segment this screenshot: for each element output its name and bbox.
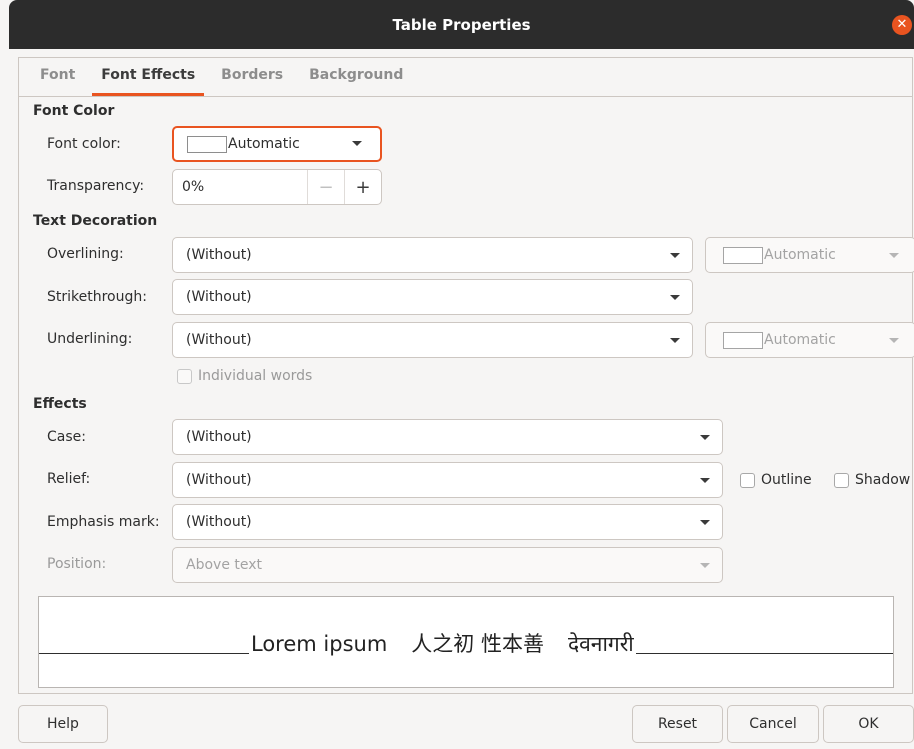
underlining-label: Underlining: <box>47 331 133 347</box>
case-value: (Without) <box>186 429 252 445</box>
preview-cjk: 人之初 性本善 <box>411 632 544 656</box>
individual-words-label: Individual words <box>198 368 313 384</box>
tab-borders[interactable]: Borders <box>212 67 292 96</box>
underline-color-value: Automatic <box>764 332 836 348</box>
preview-latin: Lorem ipsum <box>251 632 388 656</box>
font-color-label: Font color: <box>47 136 121 152</box>
color-swatch <box>723 331 763 349</box>
overline-color-value: Automatic <box>764 247 836 263</box>
title-bar: Table Properties ✕ <box>9 0 914 49</box>
case-label: Case: <box>47 429 86 445</box>
relief-value: (Without) <box>186 472 252 488</box>
underlining-dropdown[interactable]: (Without) <box>172 322 693 358</box>
window-title: Table Properties <box>392 15 531 34</box>
relief-label: Relief: <box>47 471 91 487</box>
chevron-down-icon <box>700 435 710 440</box>
color-swatch <box>723 246 763 264</box>
text-decoration-heading: Text Decoration <box>33 213 158 229</box>
color-swatch <box>187 135 227 153</box>
outline-checkbox[interactable]: Outline <box>740 472 812 488</box>
overlining-dropdown[interactable]: (Without) <box>172 237 693 273</box>
case-dropdown[interactable]: (Without) <box>172 419 723 455</box>
preview-ctl: देवनागरी <box>567 632 634 656</box>
overline-color-dropdown[interactable]: Automatic <box>705 237 914 273</box>
emphasis-mark-label: Emphasis mark: <box>47 514 160 530</box>
strikethrough-dropdown[interactable]: (Without) <box>172 279 693 315</box>
overlining-label: Overlining: <box>47 246 124 262</box>
outline-label: Outline <box>761 472 812 488</box>
emphasis-mark-value: (Without) <box>186 514 252 530</box>
position-value: Above text <box>186 557 263 573</box>
chevron-down-icon <box>352 141 362 146</box>
chevron-down-icon <box>700 520 710 525</box>
relief-dropdown[interactable]: (Without) <box>172 462 723 498</box>
position-dropdown[interactable]: Above text <box>172 547 723 583</box>
tab-font[interactable]: Font <box>31 67 84 96</box>
strikethrough-label: Strikethrough: <box>47 289 147 305</box>
chevron-down-icon <box>700 478 710 483</box>
chevron-down-icon <box>670 295 680 300</box>
checkbox-box[interactable] <box>834 472 849 488</box>
chevron-down-icon <box>889 253 899 258</box>
ok-button[interactable]: OK <box>823 705 914 743</box>
individual-words-checkbox[interactable]: Individual words <box>177 368 312 384</box>
dialog-body: Font Font Effects Borders Background Fon… <box>9 49 914 749</box>
tab-background[interactable]: Background <box>300 67 412 96</box>
chevron-down-icon <box>889 338 899 343</box>
reset-button[interactable]: Reset <box>632 705 723 743</box>
shadow-checkbox[interactable]: Shadow <box>834 472 910 488</box>
transparency-label: Transparency: <box>47 178 145 194</box>
close-icon[interactable]: ✕ <box>892 15 912 35</box>
increment-button[interactable]: + <box>344 170 381 204</box>
checkbox-box[interactable] <box>740 472 755 488</box>
transparency-spinbox[interactable]: 0% − + <box>172 169 382 205</box>
chevron-down-icon <box>670 338 680 343</box>
decrement-button[interactable]: − <box>307 170 344 204</box>
chevron-down-icon <box>700 563 710 568</box>
font-color-dropdown[interactable]: Automatic <box>172 126 382 162</box>
font-color-heading: Font Color <box>33 103 115 119</box>
font-color-value: Automatic <box>228 136 300 152</box>
chevron-down-icon <box>670 253 680 258</box>
tab-notebook: Font Font Effects Borders Background Fon… <box>18 57 914 694</box>
position-label: Position: <box>47 556 107 572</box>
effects-heading: Effects <box>33 396 87 412</box>
emphasis-mark-dropdown[interactable]: (Without) <box>172 504 723 540</box>
help-button[interactable]: Help <box>18 705 108 743</box>
tab-bar: Font Font Effects Borders Background <box>19 58 912 97</box>
strikethrough-value: (Without) <box>186 289 252 305</box>
underlining-value: (Without) <box>186 332 252 348</box>
overlining-value: (Without) <box>186 247 252 263</box>
font-preview: Lorem ipsum 人之初 性本善 देवनागरी <box>38 596 894 688</box>
transparency-value[interactable]: 0% <box>173 179 307 195</box>
tab-font-effects[interactable]: Font Effects <box>92 67 205 96</box>
checkbox-box[interactable] <box>177 368 192 384</box>
shadow-label: Shadow <box>855 472 911 488</box>
underline-color-dropdown[interactable]: Automatic <box>705 322 914 358</box>
cancel-button[interactable]: Cancel <box>727 705 819 743</box>
preview-text: Lorem ipsum 人之初 性本善 देवनागरी <box>249 628 636 658</box>
